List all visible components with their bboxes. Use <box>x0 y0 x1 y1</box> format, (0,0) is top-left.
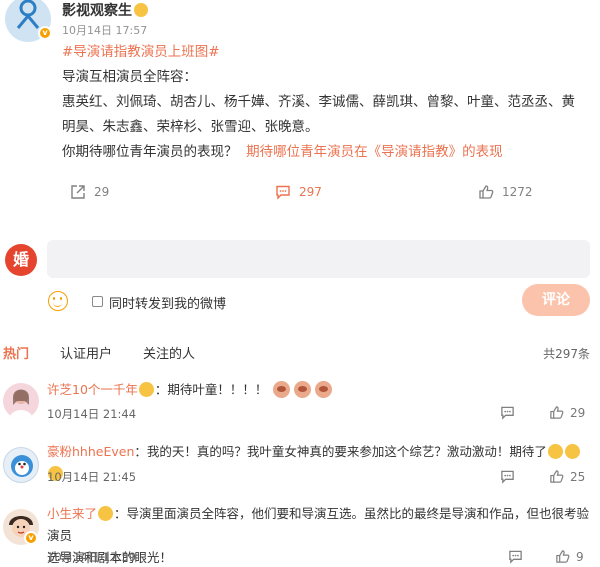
comment-like-button[interactable]: 25 <box>549 469 585 484</box>
comment-composer: 婚 同时转发到我的微博 评论 <box>0 236 600 326</box>
comment-input[interactable] <box>47 240 590 278</box>
avatar-photo-icon <box>11 455 33 477</box>
repost-checkbox-label[interactable]: 同时转发到我的微博 <box>109 293 226 312</box>
commenter-name[interactable]: 豪粉hhheEven <box>47 444 134 459</box>
emoji-picker-icon[interactable] <box>48 291 68 311</box>
comment-like-button[interactable]: 9 <box>555 549 584 564</box>
like-button[interactable]: 1272 <box>478 184 533 200</box>
commenter-avatar[interactable] <box>3 447 39 483</box>
comment-like-count: 25 <box>570 469 586 484</box>
comment-body: ：我的天！真的吗？我叶童女神真的要来参加这个综艺？激动激动！期待了 <box>134 444 547 459</box>
fan-badge-icon <box>138 382 154 397</box>
comment-icon <box>501 470 514 484</box>
tab-hot[interactable]: 热门 <box>3 343 29 362</box>
post-hashtag[interactable]: #导演请指教演员上班图# <box>62 44 220 60</box>
comment-like-count: 9 <box>576 549 584 564</box>
comment-body: ：导演里面演员全阵容，他们要和导演互选。虽然比的最终是导演和作品，但也很考验演员 <box>47 506 590 543</box>
repost-button[interactable]: 29 <box>70 184 109 200</box>
comment-icon <box>501 406 514 420</box>
avatar-photo-icon <box>9 389 33 419</box>
like-icon <box>550 470 564 483</box>
comment-timestamp: 10月14日 17:59 <box>47 550 137 564</box>
commenter-name[interactable]: 小生来了 <box>47 506 97 521</box>
post-line-3: 明昊、朱志鑫、荣梓杉、张雪迎、张晚意。 <box>62 119 319 135</box>
comment-total: 共297条 <box>543 347 590 361</box>
post-timestamp[interactable]: 10月14日 17:57 <box>62 22 147 38</box>
excited-emoji-icon <box>564 444 580 459</box>
repost-icon <box>71 185 85 199</box>
post-line-1: 导演互相演员全阵容： <box>62 69 197 85</box>
like-icon <box>479 185 494 199</box>
comment-icon <box>509 550 522 564</box>
reply-button[interactable] <box>508 549 523 564</box>
fan-badge-icon <box>98 506 114 521</box>
comment-like-count: 29 <box>570 405 586 420</box>
submit-comment-button[interactable]: 评论 <box>522 284 590 316</box>
repost-checkbox[interactable] <box>92 296 103 307</box>
verified-badge-icon: v <box>24 531 38 545</box>
poll-link[interactable]: 期待哪位青年演员在《导演请指教》的表现 <box>246 144 503 160</box>
post-author[interactable]: 影视观察生 <box>62 0 148 20</box>
like-icon <box>550 406 564 419</box>
commenter-avatar[interactable] <box>3 383 39 419</box>
reply-button[interactable] <box>500 405 515 420</box>
crying-emoji-icon <box>294 381 312 398</box>
crying-emoji-icon <box>273 381 291 398</box>
post-line-2: 惠英红、刘佩琦、胡杏儿、杨千嬅、齐溪、李诚儒、薛凯琪、曾黎、叶童、范丞丞、黄 <box>62 94 575 110</box>
comment-icon <box>276 185 290 200</box>
comment-button[interactable]: 297 <box>275 184 322 200</box>
commenter-name[interactable]: 许芝10个一千年 <box>47 382 138 397</box>
tab-verified-users[interactable]: 认证用户 <box>60 343 112 362</box>
like-count: 1272 <box>502 185 533 199</box>
crying-emoji-icon <box>315 381 333 398</box>
repost-count: 29 <box>94 185 110 199</box>
like-icon <box>556 550 570 563</box>
my-avatar[interactable]: 婚 <box>5 244 37 276</box>
tab-following[interactable]: 关注的人 <box>143 343 195 362</box>
verified-badge-icon: v <box>38 26 52 40</box>
author-logo-icon <box>16 0 40 29</box>
reply-button[interactable] <box>500 469 515 484</box>
comment-count: 297 <box>299 185 322 199</box>
post-content: #导演请指教演员上班图# 导演互相演员全阵容： 惠英红、刘佩琦、胡杏儿、杨千嬅、… <box>62 40 592 165</box>
post-question: 你期待哪位青年演员的表现？ <box>62 144 238 160</box>
fan-badge-icon <box>134 3 148 17</box>
comment-body: ：期待叶童！！！！ <box>154 382 268 397</box>
post-actions: 29 297 1272 <box>0 184 600 208</box>
comment-like-button[interactable]: 29 <box>549 405 585 420</box>
comment-text: 许芝10个一千年 ：期待叶童！！！！ <box>47 379 592 401</box>
excited-emoji-icon <box>547 444 563 459</box>
comment-timestamp: 10月14日 21:44 <box>47 407 137 421</box>
comment-sort-tabs: 热门 认证用户 关注的人 共297条 <box>0 343 600 363</box>
post-author-name[interactable]: 影视观察生 <box>62 3 132 19</box>
comment-timestamp: 10月14日 21:45 <box>47 470 137 484</box>
